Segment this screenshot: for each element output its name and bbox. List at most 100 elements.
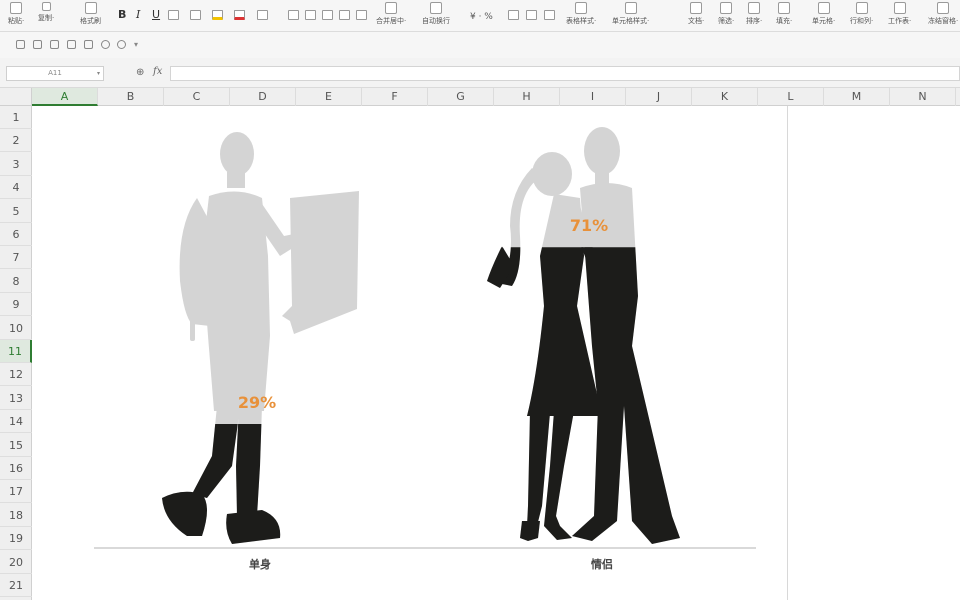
select-all-corner[interactable] (0, 88, 32, 106)
align-right-icon[interactable] (322, 10, 333, 20)
freeze-button[interactable]: 冻结窗格· (928, 2, 958, 26)
justify-icon[interactable] (339, 10, 350, 20)
redo-icon[interactable] (117, 40, 126, 49)
glyph-background-0 (162, 132, 359, 544)
freeze-label: 冻结窗格· (928, 17, 959, 25)
zoom-icon[interactable]: ⊕ (136, 67, 144, 78)
column-header-a[interactable]: A (32, 88, 98, 106)
rows-cols-button[interactable]: 行和列· (850, 2, 873, 26)
column-header-c[interactable]: C (164, 88, 230, 106)
export-icon[interactable] (84, 40, 93, 49)
border-icon[interactable] (168, 10, 179, 20)
row-header-10[interactable]: 10 (0, 317, 32, 340)
name-box-dropdown-icon[interactable]: ▾ (97, 67, 100, 80)
ribbon-toolbar: 粘贴· 复制· 格式刷 B I U 合并居中· 自动换行 ¥ · % 表格样式·… (0, 0, 960, 32)
text-label: 文档· (688, 17, 705, 25)
column-header-n[interactable]: N (890, 88, 956, 106)
worksheet-button[interactable]: 工作表· (888, 2, 911, 26)
fx-icon[interactable]: fx (153, 66, 162, 77)
column-header-f[interactable]: F (362, 88, 428, 106)
print-icon[interactable] (50, 40, 59, 49)
open-icon[interactable] (16, 40, 25, 49)
merge-center-button[interactable]: 合并居中· (376, 2, 406, 26)
row-header-17[interactable]: 17 (0, 480, 32, 504)
distribute-icon[interactable] (356, 10, 367, 20)
underline-button[interactable]: U (152, 8, 160, 21)
row-header-9[interactable]: 9 (0, 293, 32, 317)
row-header-12[interactable]: 12 (0, 363, 32, 387)
fill-color-icon[interactable] (190, 10, 201, 20)
table-style-button[interactable]: 表格样式· (566, 2, 596, 26)
row-header-20[interactable]: 20 (0, 551, 32, 574)
row-header-4[interactable]: 4 (0, 176, 32, 200)
row-header-3[interactable]: 3 (0, 153, 32, 176)
copy-label: 复制· (38, 14, 55, 22)
value-label-1: 71% (570, 216, 608, 235)
undo-icon[interactable] (101, 40, 110, 49)
row-header-13[interactable]: 13 (0, 387, 32, 410)
decrease-decimal-icon[interactable] (544, 10, 555, 20)
row-header-16[interactable]: 16 (0, 457, 32, 480)
row-header-6[interactable]: 6 (0, 223, 32, 246)
column-header-k[interactable]: K (692, 88, 758, 106)
text-button[interactable]: 文档· (688, 2, 704, 26)
column-header-g[interactable]: G (428, 88, 494, 106)
fill-icon (778, 2, 791, 14)
value-label-0: 29% (238, 393, 276, 412)
worksheet-icon (893, 2, 906, 14)
italic-button[interactable]: I (136, 8, 140, 21)
worksheet-area[interactable]: 单身 情侣 29% 71% (32, 106, 960, 600)
name-box[interactable]: A11 ▾ (6, 66, 104, 81)
column-header-e[interactable]: E (296, 88, 362, 106)
row-header-14[interactable]: 14 (0, 410, 32, 434)
paste-label: 粘贴· (8, 17, 25, 25)
column-header-l[interactable]: L (758, 88, 824, 106)
column-header-m[interactable]: M (824, 88, 890, 106)
number-format-buttons[interactable]: ¥ · % (470, 12, 493, 22)
formula-input[interactable] (170, 66, 960, 81)
column-header-j[interactable]: J (626, 88, 692, 106)
paste-button[interactable]: 粘贴· (8, 2, 24, 26)
copy-button[interactable]: 复制· (38, 2, 54, 23)
fill-button[interactable]: 填充· (776, 2, 792, 26)
row-header-15[interactable]: 15 (0, 434, 32, 457)
save-icon[interactable] (33, 40, 42, 49)
row-header-5[interactable]: 5 (0, 200, 32, 223)
format-painter-button[interactable]: 格式刷 (80, 2, 101, 26)
increase-decimal-icon[interactable] (526, 10, 537, 20)
auto-wrap-button[interactable]: 自动换行 (422, 2, 450, 26)
highlight-icon[interactable] (212, 10, 223, 20)
bold-button[interactable]: B (118, 8, 126, 21)
customize-chevron-icon[interactable]: ▾ (134, 40, 138, 49)
font-color-icon[interactable] (234, 10, 245, 20)
cell-style-label: 单元格样式· (612, 17, 650, 25)
filter-button[interactable]: 筛选· (718, 2, 734, 26)
pictogram-chart: 单身 情侣 29% 71% (94, 127, 756, 571)
cells-label: 单元格· (812, 17, 836, 25)
text-icon (690, 2, 703, 14)
align-left-icon[interactable] (288, 10, 299, 20)
rows-cols-icon (855, 2, 868, 14)
row-header-2[interactable]: 2 (0, 129, 32, 153)
row-header-1[interactable]: 1 (0, 106, 32, 129)
column-header-i[interactable]: I (560, 88, 626, 106)
row-header-19[interactable]: 19 (0, 527, 32, 551)
thousands-icon[interactable] (508, 10, 519, 20)
clear-format-icon[interactable] (257, 10, 268, 20)
print-preview-icon[interactable] (67, 40, 76, 49)
row-headers: 1 2 3 4 5 6 7 8 9 10 11 12 13 14 15 16 17 18 19 20 21 (0, 106, 32, 600)
row-header-11[interactable]: 11 (0, 340, 32, 363)
row-header-21[interactable]: 21 (0, 574, 32, 597)
chart-object[interactable]: 单身 情侣 29% 71% (32, 106, 788, 600)
cell-style-button[interactable]: 单元格样式· (612, 2, 649, 26)
row-header-7[interactable]: 7 (0, 246, 32, 270)
column-header-d[interactable]: D (230, 88, 296, 106)
row-header-18[interactable]: 18 (0, 504, 32, 527)
cells-button[interactable]: 单元格· (812, 2, 835, 26)
merge-center-icon (385, 2, 398, 14)
align-center-icon[interactable] (305, 10, 316, 20)
sort-button[interactable]: 排序· (746, 2, 762, 26)
row-header-8[interactable]: 8 (0, 270, 32, 293)
column-header-h[interactable]: H (494, 88, 560, 106)
column-header-b[interactable]: B (98, 88, 164, 106)
